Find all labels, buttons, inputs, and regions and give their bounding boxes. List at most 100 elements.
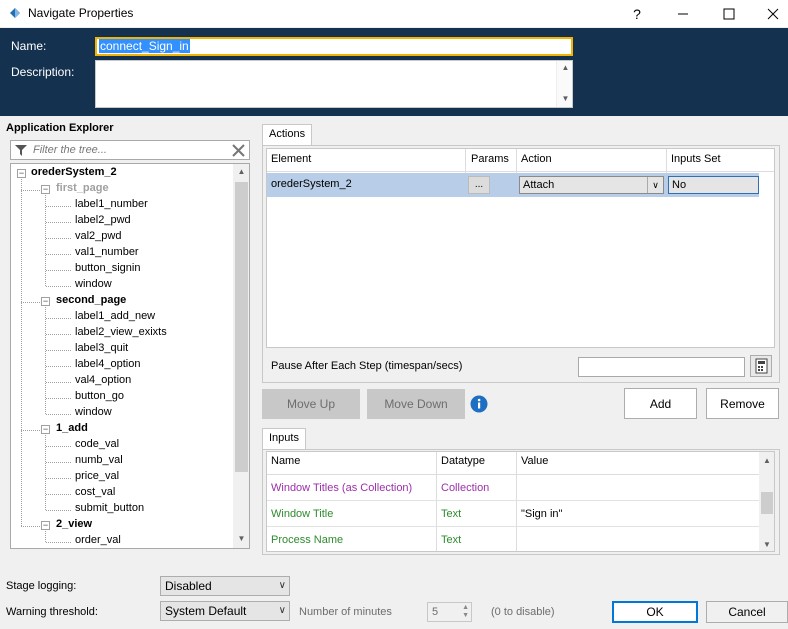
input-row-name[interactable]: Window Title bbox=[271, 508, 333, 520]
inputs-grid[interactable]: Name Datatype Value Window Titles (as Co… bbox=[266, 451, 775, 552]
stage-logging-value: Disabled bbox=[165, 579, 212, 593]
name-label: Name: bbox=[11, 39, 47, 53]
name-value: connect_Sign_in bbox=[99, 39, 190, 53]
cancel-button[interactable]: Cancel bbox=[706, 601, 788, 623]
collapse-toggle-icon[interactable]: − bbox=[17, 169, 26, 178]
warning-threshold-select[interactable]: System Default ∨ bbox=[160, 601, 290, 621]
tree-item[interactable]: label3_quit bbox=[75, 342, 128, 354]
remove-button[interactable]: Remove bbox=[706, 388, 779, 419]
scroll-up-icon[interactable]: ▲ bbox=[759, 456, 774, 465]
tree-item[interactable]: label4_option bbox=[75, 358, 140, 370]
minutes-label: Number of minutes bbox=[299, 606, 392, 618]
minimize-icon bbox=[678, 13, 688, 14]
tree-item[interactable]: price_val bbox=[75, 470, 119, 482]
minutes-value: 5 bbox=[432, 606, 439, 618]
maximize-button[interactable] bbox=[706, 0, 752, 27]
tree-item[interactable]: label2_view_exixts bbox=[75, 326, 167, 338]
tree-item[interactable]: button_signin bbox=[75, 262, 140, 274]
scroll-down-icon[interactable]: ▼ bbox=[557, 94, 574, 103]
app-icon bbox=[10, 8, 20, 18]
tree-scroll-thumb[interactable] bbox=[235, 182, 248, 472]
tree-item[interactable]: label1_number bbox=[75, 198, 148, 210]
input-row-value[interactable]: "Sign in" bbox=[521, 508, 562, 520]
input-row-name[interactable]: Window Titles (as Collection) bbox=[271, 482, 412, 494]
warning-threshold-value: System Default bbox=[165, 604, 247, 618]
tree-group[interactable]: 2_view bbox=[56, 518, 92, 530]
tree-item[interactable]: val4_option bbox=[75, 374, 131, 386]
chevron-down-icon: ∨ bbox=[278, 580, 286, 591]
help-button[interactable]: ? bbox=[614, 0, 660, 27]
tree-item[interactable]: window bbox=[75, 406, 112, 418]
application-tree[interactable]: orederSystem_2− first_page − label1_number l… bbox=[10, 163, 250, 549]
scroll-down-icon[interactable]: ▼ bbox=[233, 534, 249, 543]
tree-item[interactable]: code_val bbox=[75, 438, 119, 450]
tree-scrollbar[interactable]: ▲ ▼ bbox=[233, 164, 249, 548]
tree-item[interactable]: label1_add_new bbox=[75, 310, 155, 322]
inputs-set-cell[interactable]: No bbox=[668, 176, 759, 194]
params-button[interactable]: ... bbox=[468, 176, 490, 194]
inputs-scrollbar[interactable]: ▲ ▼ bbox=[759, 452, 774, 551]
disable-hint: (0 to disable) bbox=[491, 606, 555, 618]
chevron-down-icon: ∨ bbox=[278, 605, 286, 616]
move-up-button[interactable]: Move Up bbox=[262, 389, 360, 419]
description-input[interactable]: ▲ ▼ bbox=[95, 60, 573, 108]
tree-item[interactable]: label2_pwd bbox=[75, 214, 131, 226]
scroll-up-icon[interactable]: ▲ bbox=[557, 63, 574, 72]
input-row-datatype: Text bbox=[441, 508, 462, 520]
move-down-button[interactable]: Move Down bbox=[367, 389, 465, 419]
col-inputs-set: Inputs Set bbox=[671, 153, 721, 165]
action-select-value: Attach bbox=[523, 179, 555, 191]
tree-item[interactable]: val2_pwd bbox=[75, 230, 121, 242]
chevron-down-icon: ∨ bbox=[647, 177, 663, 193]
pause-label: Pause After Each Step (timespan/secs) bbox=[271, 360, 463, 372]
tree-item[interactable]: cost_val bbox=[75, 486, 115, 498]
filter-placeholder: Filter the tree... bbox=[33, 144, 107, 156]
tree-group[interactable]: 1_add bbox=[56, 422, 88, 434]
input-row-datatype: Text bbox=[441, 534, 462, 546]
close-button[interactable] bbox=[750, 0, 788, 27]
add-button[interactable]: Add bbox=[624, 388, 697, 419]
name-input[interactable]: connect_Sign_in bbox=[95, 37, 573, 56]
minutes-stepper[interactable]: 5 ▲ ▼ bbox=[427, 602, 472, 622]
warning-threshold-label: Warning threshold: bbox=[6, 606, 98, 618]
inputs-scroll-thumb[interactable] bbox=[761, 492, 773, 514]
tab-inputs[interactable]: Inputs bbox=[262, 428, 306, 450]
tree-group[interactable]: second_page bbox=[56, 294, 126, 306]
tree-item[interactable]: val1_number bbox=[75, 246, 139, 258]
tree-root[interactable]: orederSystem_2 bbox=[31, 166, 117, 178]
tree-group[interactable]: first_page bbox=[56, 182, 109, 194]
collapse-toggle-icon[interactable]: − bbox=[41, 297, 50, 306]
action-select[interactable]: Attach ∨ bbox=[519, 176, 664, 194]
tree-item[interactable]: window bbox=[75, 278, 112, 290]
input-row-datatype: Collection bbox=[441, 482, 490, 494]
tree-item[interactable]: order_val bbox=[75, 534, 121, 546]
pause-input[interactable] bbox=[578, 357, 745, 377]
maximize-icon bbox=[723, 8, 735, 19]
tree-item[interactable]: submit_button bbox=[75, 502, 144, 514]
clear-filter-icon[interactable] bbox=[232, 144, 245, 157]
scroll-down-icon[interactable]: ▼ bbox=[759, 540, 774, 549]
input-row-name[interactable]: Process Name bbox=[271, 534, 343, 546]
description-scrollbar[interactable]: ▲ ▼ bbox=[556, 61, 572, 107]
explorer-title: Application Explorer bbox=[6, 122, 114, 134]
col-value: Value bbox=[521, 455, 549, 467]
col-name: Name bbox=[271, 455, 301, 467]
minimize-button[interactable] bbox=[660, 0, 706, 27]
info-icon[interactable] bbox=[470, 395, 488, 413]
tree-filter-input[interactable]: Filter the tree... bbox=[10, 140, 250, 160]
scroll-up-icon[interactable]: ▲ bbox=[233, 167, 249, 176]
collapse-toggle-icon[interactable]: − bbox=[41, 521, 50, 530]
tree-item[interactable]: numb_val bbox=[75, 454, 123, 466]
filter-icon bbox=[15, 145, 27, 156]
action-row-element: orederSystem_2 bbox=[271, 178, 352, 190]
collapse-toggle-icon[interactable]: − bbox=[41, 185, 50, 194]
window-title: Navigate Properties bbox=[28, 6, 134, 20]
ok-button[interactable]: OK bbox=[612, 601, 698, 623]
calculator-button[interactable] bbox=[750, 355, 772, 377]
stepper-arrows-icon[interactable]: ▲ ▼ bbox=[462, 604, 469, 620]
stage-logging-select[interactable]: Disabled ∨ bbox=[160, 576, 290, 596]
collapse-toggle-icon[interactable]: − bbox=[41, 425, 50, 434]
tree-item[interactable]: button_go bbox=[75, 390, 124, 402]
actions-grid[interactable]: Element Params Action Inputs Set orederS… bbox=[266, 148, 775, 348]
tab-actions[interactable]: Actions bbox=[262, 124, 313, 146]
